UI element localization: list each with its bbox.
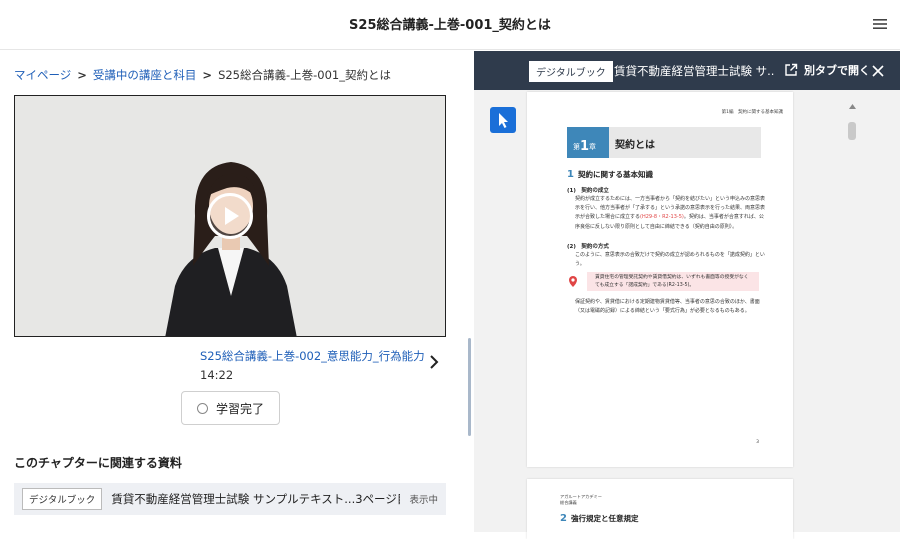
breadcrumb-mypage[interactable]: マイページ [14, 68, 71, 82]
breadcrumb: マイページ > 受講中の講座と科目 > S25総合講義-上巻-001_契約とは [14, 67, 391, 83]
running-head: 第1編 契約に関する基本知識 [721, 110, 783, 115]
breadcrumb-separator: > [77, 68, 87, 82]
circle-icon [196, 402, 208, 414]
open-new-tab-button[interactable]: 別タブで開く [784, 62, 870, 78]
viewer-header: デジタルブック 賃貸不動産経営管理士試験 サ... 別タブで開く [474, 51, 900, 90]
next-lecture-link[interactable]: S25総合講義-上巻-002_意思能力_行為能力 14:22 [200, 348, 430, 382]
complete-learning-button[interactable]: 学習完了 [181, 391, 280, 425]
next-lecture-title: S25総合講義-上巻-002_意思能力_行為能力 [200, 349, 425, 363]
page-title: S25総合講義-上巻-001_契約とは [349, 18, 551, 33]
section-heading: 2 強行規定と任意規定 [560, 513, 639, 524]
chevron-right-icon[interactable] [428, 354, 440, 373]
subsection-heading: (1) 契約の成立 [567, 188, 609, 194]
external-link-icon [785, 63, 798, 76]
chapter-title: 契約とは [615, 140, 655, 151]
pointer-tool-button[interactable] [490, 107, 516, 133]
complete-learning-label: 学習完了 [215, 401, 264, 416]
book-page: 第1編 契約に関する基本知識 第1章 契約とは 1 契約に関する基本知識 (1) … [527, 92, 793, 467]
next-lecture-duration: 14:22 [200, 368, 234, 382]
hamburger-icon[interactable] [870, 14, 890, 34]
digital-book-viewer: デジタルブック 賃貸不動産経営管理士試験 サ... 別タブで開く 第1編 契約に… [474, 51, 900, 539]
lecture-panel: マイページ > 受講中の講座と科目 > S25総合講義-上巻-001_契約とは S25総… [0, 51, 466, 532]
cursor-arrow-icon [499, 113, 508, 128]
running-head: アガルートアカデミー 総合講義 [560, 494, 602, 505]
breadcrumb-courses[interactable]: 受講中の講座と科目 [93, 68, 197, 82]
section-heading: 1 契約に関する基本知識 [567, 169, 653, 180]
material-status: 表示中 [409, 495, 438, 506]
panel-divider [466, 51, 474, 532]
scroll-thumb[interactable] [848, 122, 856, 140]
viewer-title: 賃貸不動産経営管理士試験 サ... [614, 64, 774, 78]
subsection-heading: (2) 契約の方式 [567, 244, 609, 250]
related-material-item[interactable]: デジタルブック 賃貸不動産経営管理士試験 サンプルテキスト...3ページ目 表示… [14, 483, 446, 515]
play-icon [225, 207, 239, 225]
body-paragraph: 契約が成立するためには、一方当事者から「契約を結びたい」という申込みの意思表示を… [575, 196, 766, 230]
chapter-number-box: 第1章 [567, 127, 609, 158]
scroll-up-icon[interactable] [849, 94, 856, 113]
play-button[interactable] [207, 193, 253, 239]
highlight-note: 賃貸住宅の管理受託契約や賃貸借契約は、いずれも書面等の授受がなくても成立する「諾… [587, 272, 759, 291]
book-page-next: アガルートアカデミー 総合講義 2 強行規定と任意規定 [527, 479, 793, 539]
chapter-banner: 第1章 契約とは [567, 127, 761, 158]
body-paragraph: 保証契約や、賃貸借における定期建物賃貸借等、当事者の意思の合致のほか、書面（又は… [575, 299, 760, 315]
open-new-tab-label: 別タブで開く [804, 64, 870, 77]
material-title: 賃貸不動産経営管理士試験 サンプルテキスト...3ページ目 [111, 492, 401, 506]
close-icon[interactable] [871, 63, 885, 77]
resize-handle[interactable] [468, 338, 471, 436]
video-player[interactable] [14, 95, 446, 337]
viewer-scrollbar[interactable] [846, 92, 858, 532]
viewer-type-badge: デジタルブック [529, 61, 613, 82]
breadcrumb-current: S25総合講義-上巻-001_契約とは [218, 68, 391, 82]
body-paragraph: このように、意思表示の合致だけで契約の成立が認められるものを「諾成契約」という。 [575, 252, 765, 268]
page-number: 3 [756, 440, 759, 445]
point-pin-icon [569, 275, 577, 289]
breadcrumb-separator: > [202, 68, 213, 82]
app-header: S25総合講義-上巻-001_契約とは [0, 0, 900, 50]
related-materials-heading: このチャプターに関連する資料 [14, 456, 182, 470]
material-type-badge: デジタルブック [22, 488, 103, 510]
